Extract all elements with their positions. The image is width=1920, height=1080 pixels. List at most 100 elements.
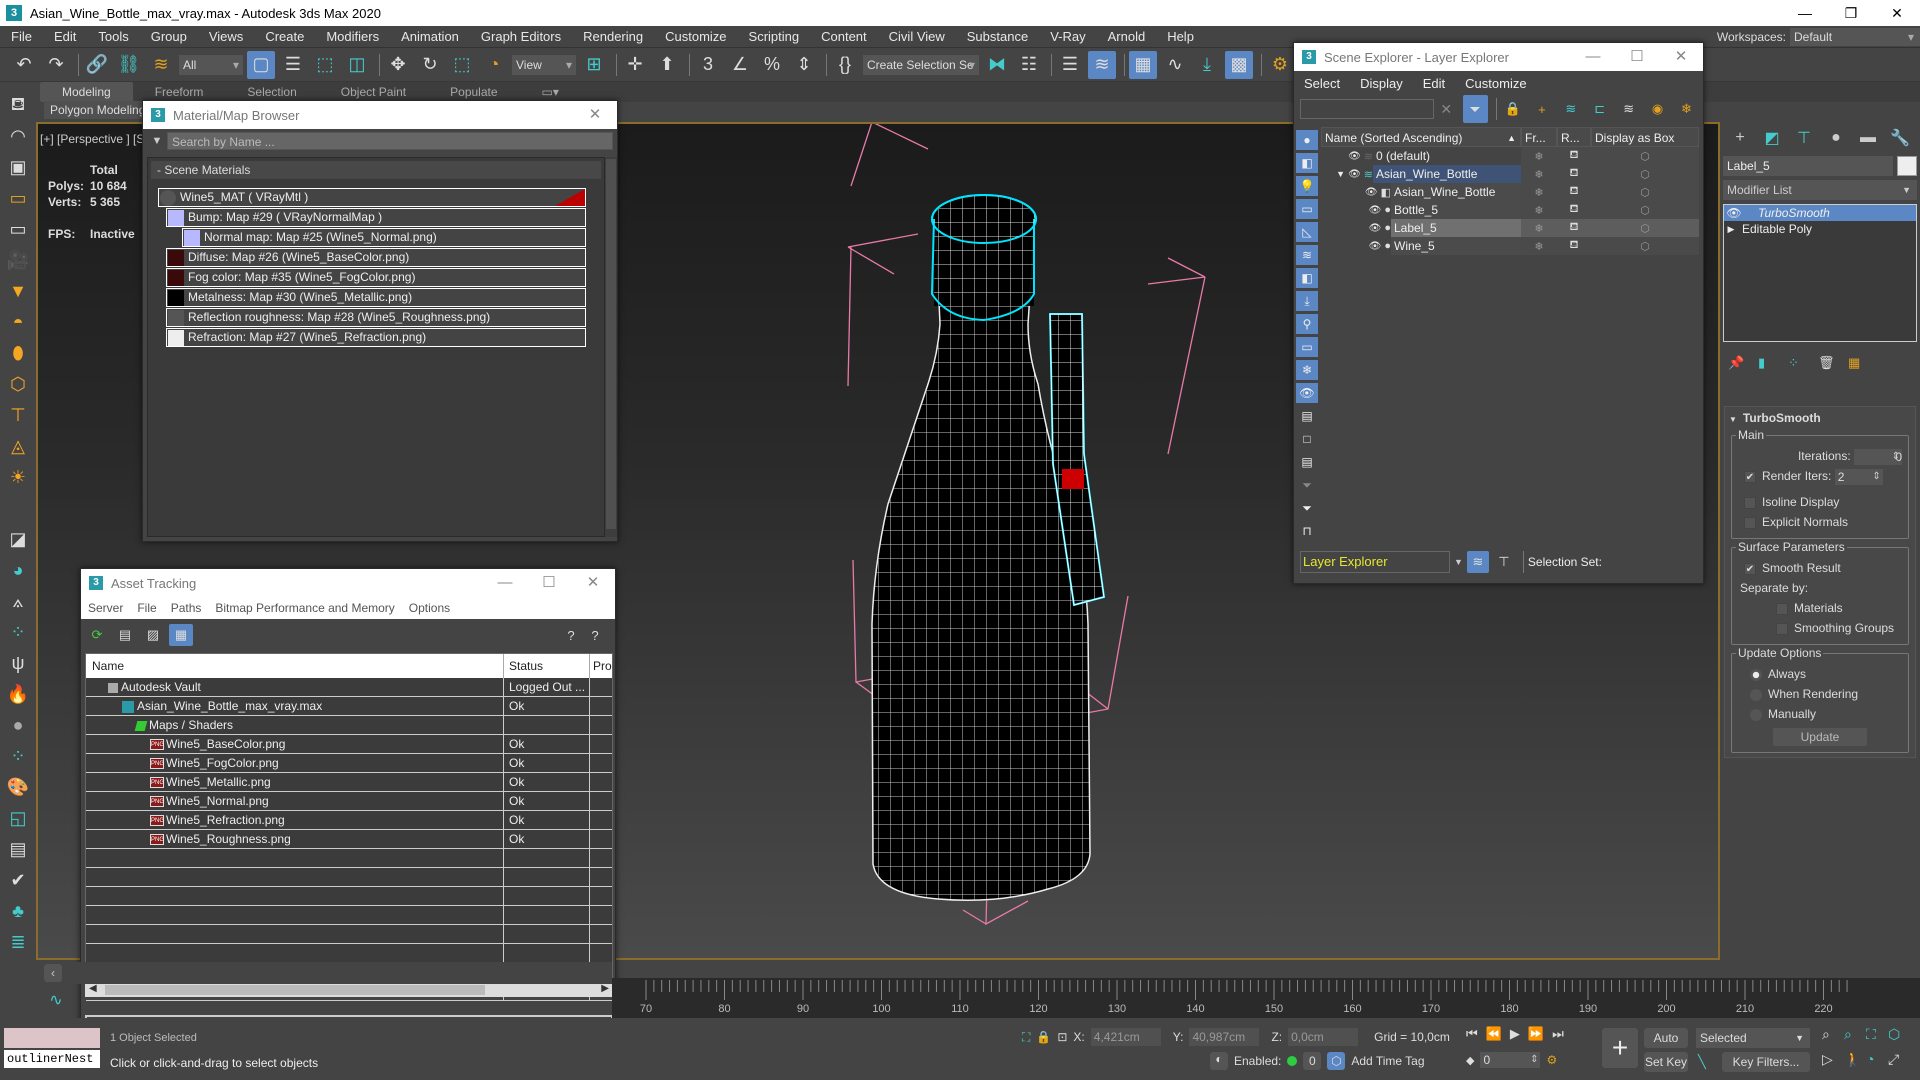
materials-checkbox[interactable] [1776, 602, 1788, 615]
ribbon-tab-modeling[interactable]: Modeling [40, 82, 133, 102]
hierarchy-explorer-icon[interactable]: ⊤ [1493, 551, 1515, 573]
menu-animation[interactable]: Animation [390, 29, 470, 44]
modifier-stack-item[interactable]: ▶ Editable Poly [1724, 221, 1916, 237]
add-time-tag[interactable]: Add Time Tag [1351, 1054, 1424, 1068]
pivot-center-icon[interactable]: ⊞ [580, 51, 608, 79]
menu-views[interactable]: Views [198, 29, 254, 44]
minimize-button[interactable]: — [483, 569, 527, 597]
set-key-big-button[interactable]: + [1602, 1028, 1638, 1068]
go-to-start-icon[interactable]: ⏮ [1466, 1026, 1478, 1042]
ribbon-options-icon[interactable]: ▭▾ [520, 82, 581, 102]
current-frame-spinner[interactable]: 0 [1480, 1052, 1541, 1068]
lock-icon[interactable]: 🔒 [1501, 95, 1526, 123]
select-by-name-icon[interactable]: ☰ [279, 51, 307, 79]
filter-icon[interactable]: ⏷ [1462, 95, 1488, 123]
make-unique-icon[interactable]: ⁘ [1788, 355, 1818, 371]
select-manipulate-icon[interactable]: ✛ [621, 51, 649, 79]
forest-icon[interactable]: ♣ [0, 896, 36, 927]
object-color-swatch[interactable] [1897, 156, 1917, 176]
viewport-label[interactable]: [+] [Perspective ] [S [40, 132, 144, 146]
previous-frame-icon[interactable]: ⏪ [1486, 1026, 1502, 1042]
update-button[interactable]: Update [1773, 728, 1867, 746]
select-object-icon[interactable]: ▢ [247, 50, 275, 79]
menu-select[interactable]: Select [1294, 76, 1350, 91]
search-input[interactable]: Search by Name ... [167, 132, 613, 150]
material-sphere-icon[interactable]: ● [0, 710, 36, 741]
explorer-mode-dropdown[interactable]: Layer Explorer [1300, 551, 1450, 573]
expand-icon[interactable]: ▶ [1724, 221, 1738, 237]
spinner-snap-icon[interactable]: ⇕ [790, 51, 818, 79]
freeze-toggle-icon[interactable]: ❄ [1521, 147, 1557, 165]
asset-row[interactable]: Asian_Wine_Bottle_max_vray.max Ok [86, 697, 612, 716]
modifier-list-dropdown[interactable]: Modifier List ▼ [1723, 180, 1917, 200]
display-as-box-icon[interactable]: ⬡ [1591, 165, 1699, 183]
hierarchy-tab-icon[interactable]: ⊤ [1788, 125, 1820, 151]
menu-graph-editors[interactable]: Graph Editors [470, 29, 572, 44]
utilities-tab-icon[interactable]: 🔧 [1884, 125, 1916, 151]
asset-row[interactable]: PNG Wine5_Normal.png Ok [86, 792, 612, 811]
video-camera-icon[interactable]: 🎥 [0, 245, 36, 276]
render-iters-spinner[interactable]: 2 [1834, 468, 1883, 485]
mesh-light-icon[interactable]: ⬡ [0, 369, 36, 400]
layer-tree-row[interactable]: 👁 ◧ Asian_Wine_Bottle ❄ ⛾ ⬡ [1321, 183, 1699, 201]
xrefs-filter-icon[interactable]: ⤓ [1296, 291, 1318, 311]
key-tangent-icon[interactable]: ╲ [1698, 1054, 1706, 1070]
menu-modifiers[interactable]: Modifiers [315, 29, 390, 44]
modify-tab-icon[interactable]: ◩ [1756, 125, 1788, 151]
instancer-icon[interactable]: ⁘ [0, 617, 36, 648]
snaps-toggle-icon[interactable]: 3 [694, 51, 722, 79]
column-proxy[interactable]: Pro [590, 654, 612, 678]
menu-customize[interactable]: Customize [654, 29, 737, 44]
bind-space-warp-icon[interactable]: ≋ [147, 51, 175, 79]
menu-file[interactable]: File [0, 29, 43, 44]
redo-icon[interactable]: ↷ [42, 51, 70, 79]
menu-arnold[interactable]: Arnold [1097, 29, 1157, 44]
percent-snap-icon[interactable]: % [758, 51, 786, 79]
named-selection-dropdown[interactable]: Create Selection Se [863, 54, 979, 75]
rollout-header[interactable]: ▼ TurboSmooth [1725, 407, 1915, 427]
layer-tree-row[interactable]: 👁 ● Bottle_5 ❄ ⛾ ⬡ [1321, 201, 1699, 219]
listener-icon[interactable]: ≣ [0, 927, 36, 958]
palette-icon[interactable]: 🎨 [0, 772, 36, 803]
window-crossing-icon[interactable]: ◫ [343, 51, 371, 79]
renderable-teapot-icon[interactable]: ⛾ [1557, 237, 1591, 255]
isolate-selection-icon[interactable]: ⛶ [1022, 1030, 1030, 1045]
visibility-eye-icon[interactable]: 👁 [1369, 223, 1382, 234]
visibility-eye-icon[interactable]: 👁 [1348, 169, 1361, 180]
align-icon[interactable]: ☷ [1015, 51, 1043, 79]
asset-row[interactable]: Autodesk Vault Logged Out ... [86, 678, 612, 697]
scene-materials-group[interactable]: - Scene Materials [151, 161, 601, 179]
set-key-button[interactable]: Set Key [1644, 1052, 1688, 1072]
freeze-toggle-icon[interactable]: ❄ [1521, 201, 1557, 219]
lights-filter-icon[interactable]: 💡 [1296, 176, 1318, 196]
ribbon-tab-selection[interactable]: Selection [225, 82, 318, 102]
teapot-icon[interactable]: ⛾ [0, 90, 36, 121]
next-frame-icon[interactable]: ⏩ [1528, 1026, 1544, 1042]
configure-sets-icon[interactable]: ▦ [1848, 355, 1878, 371]
angle-snap-icon[interactable]: ∠ [726, 51, 754, 79]
create-tab-icon[interactable]: + [1724, 125, 1756, 151]
dome-light-icon[interactable]: ◓ [0, 307, 36, 338]
freeze-layers-icon[interactable]: ❄ [1674, 95, 1699, 123]
material-tree-item[interactable]: Fog color: Map #35 (Wine5_FogColor.png) [166, 268, 586, 287]
maxscript-mini-listener-pink[interactable] [4, 1028, 100, 1048]
material-override-icon[interactable]: ◱ [0, 803, 36, 834]
selection-lock-icon[interactable]: 🔒 [1036, 1030, 1051, 1044]
list-view-icon[interactable]: ▤ [113, 624, 137, 646]
minimize-button[interactable]: — [1571, 43, 1615, 71]
layer-tree-row[interactable]: 👁 ● Wine_5 ❄ ⛾ ⬡ [1321, 237, 1699, 255]
asset-row[interactable]: PNG Wine5_BaseColor.png Ok [86, 735, 612, 754]
layer-tree-row[interactable]: 👁 ● Label_5 ❄ ⛾ ⬡ [1321, 219, 1699, 237]
material-editor-icon[interactable]: ▩ [1225, 50, 1253, 79]
groups-filter-icon[interactable]: ◧ [1296, 268, 1318, 288]
auto-key-button[interactable]: Auto Key [1644, 1028, 1688, 1065]
field-of-view-icon[interactable]: ▷ [1822, 1051, 1844, 1068]
freeze-toggle-icon[interactable]: ❄ [1521, 183, 1557, 201]
filter-funnel-icon[interactable]: ⏷ [1296, 498, 1318, 518]
remove-modifier-icon[interactable]: 🗑 [1818, 355, 1848, 371]
selection-filter-dropdown[interactable]: All [179, 54, 243, 75]
shapes-filter-icon[interactable]: ◧ [1296, 153, 1318, 173]
track-bar[interactable]: 70 80 90 100 110 120 130 140 150 160 170 180 190 200 2… [612, 978, 1920, 1018]
box-icon[interactable]: ▣ [0, 152, 36, 183]
freeze-toggle-icon[interactable]: ❄ [1521, 237, 1557, 255]
